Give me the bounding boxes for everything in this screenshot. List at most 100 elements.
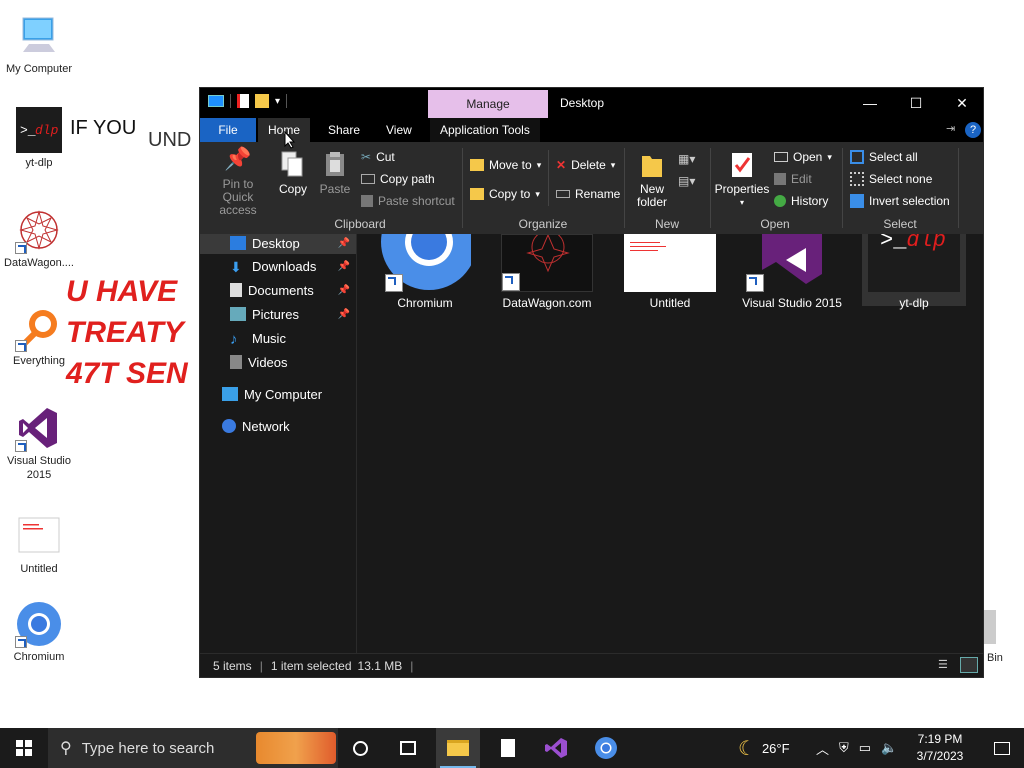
group-label-open: Open [760,217,790,231]
divider [842,148,843,228]
search-icon: ⚲ [60,740,72,757]
invert-selection-button[interactable]: Invert selection [850,194,950,208]
taskbar-notepad[interactable] [486,728,530,768]
easy-access-icon[interactable]: ▤▾ [678,174,695,188]
desktop-icon-untitled[interactable]: Untitled [0,512,78,576]
close-button[interactable]: ✕ [939,88,985,118]
copy-button[interactable]: Copy [274,150,312,196]
copy-path-button[interactable]: Copy path [361,172,435,186]
tab-application-tools[interactable]: Application Tools [430,118,540,142]
file-item-visual-studio[interactable]: Visual Studio 2015 [740,234,844,310]
properties-button[interactable]: Properties ▾ [714,150,770,209]
scissors-icon: ✂ [361,150,372,164]
open-button[interactable]: Open ▾ [774,150,832,164]
datawagon-icon [501,234,593,292]
cortana-button[interactable] [340,728,380,768]
mouse-cursor-icon [284,131,296,149]
new-item-icon[interactable]: ▦▾ [678,152,695,166]
nav-item-videos[interactable]: Videos [200,351,356,373]
task-view-button[interactable] [388,728,428,768]
properties-icon[interactable] [237,94,249,108]
new-folder-button[interactable]: New folder [630,150,674,209]
cut-button[interactable]: ✂ Cut [361,150,395,164]
desktop-icon-datawagon[interactable]: DataWagon.... [0,206,78,270]
maximize-button[interactable]: ☐ [893,88,939,118]
file-item-chromium[interactable]: Chromium [373,234,477,310]
recycle-bin-icon[interactable] [982,610,996,644]
shortcut-arrow-icon [15,340,27,352]
explorer-icon [208,95,224,107]
help-icon[interactable]: ? [965,122,981,138]
edit-pencil-icon [774,173,786,185]
chevron-up-icon[interactable]: ︿ [816,739,829,758]
taskbar-chromium[interactable] [584,728,628,768]
file-item-untitled[interactable]: Untitled [618,234,722,310]
move-to-button[interactable]: Move to ▾ [470,158,541,172]
file-item-yt-dlp[interactable]: >_dlp yt-dlp [862,234,966,310]
copy-to-button[interactable]: Copy to ▾ [470,187,540,201]
desktop-icon-yt-dlp[interactable]: >_ dlp yt-dlp [0,106,78,170]
nav-item-documents[interactable]: Documents 📌 [200,279,356,301]
delete-button[interactable]: ✕ Delete ▾ [556,158,615,172]
nav-item-network[interactable]: Network [200,415,356,437]
windows-logo-icon [16,740,32,756]
start-button[interactable] [0,728,48,768]
divider: | [410,658,414,673]
select-all-icon [850,150,864,164]
nav-item-my-computer[interactable]: My Computer [200,383,356,405]
navigation-pane: Desktop 📌 ⬇ Downloads 📌 Documents 📌 Pictures… [200,234,357,655]
rename-icon [556,190,570,198]
security-icon[interactable]: ⛨ [839,740,849,756]
open-icon [774,152,788,162]
taskbar-visual-studio[interactable] [534,728,578,768]
yt-dlp-icon: >_dlp [15,106,63,154]
minimize-button[interactable]: — [847,88,893,118]
svg-text:>_: >_ [20,123,36,138]
file-item-datawagon[interactable]: DataWagon.com [495,234,599,310]
taskbar-file-explorer[interactable] [436,728,480,768]
network-icon[interactable]: ▭ [859,740,871,756]
file-list: Chromium DataWagon.com Untitled Visual S… [358,234,983,655]
weather-widget[interactable]: ☾ 26°F [738,728,790,768]
divider [462,148,463,228]
rename-button[interactable]: Rename [556,187,620,201]
new-folder-icon[interactable] [255,94,269,108]
volume-icon[interactable]: 🔈 [881,740,897,756]
edit-button[interactable]: Edit [774,172,812,186]
history-button[interactable]: History [774,194,828,208]
svg-text:dlp: dlp [35,123,59,138]
task-view-icon [400,741,416,755]
large-icons-view-icon[interactable] [960,657,978,673]
tab-share[interactable]: Share [318,118,370,142]
paste-shortcut-button[interactable]: Paste shortcut [361,194,455,208]
details-view-icon[interactable]: ☰ [938,658,954,672]
tab-file[interactable]: File [200,118,256,142]
title-bar[interactable]: ▾ Manage Desktop — ☐ ✕ [200,88,983,118]
pin-quick-access-button[interactable]: 📌 Pin to Quick access [206,148,270,217]
nav-item-pictures[interactable]: Pictures 📌 [200,303,356,325]
divider [548,150,549,206]
taskbar-search[interactable]: ⚲ Type here to search [48,728,338,768]
computer-icon [15,12,63,60]
nav-item-music[interactable]: ♪ Music [200,327,356,349]
shortcut-arrow-icon [746,274,764,292]
search-highlight-icon [256,732,336,764]
notifications-button[interactable] [980,728,1024,768]
chevron-down-icon: ▾ [739,198,744,207]
paste-button[interactable]: Paste [316,150,354,196]
nav-item-downloads[interactable]: ⬇ Downloads 📌 [200,255,356,277]
select-all-button[interactable]: Select all [850,150,918,164]
pin-ribbon-icon[interactable]: ⇥ [946,122,955,135]
wallpaper-text: UND [148,129,192,151]
status-item-count: 5 items [213,658,252,673]
nav-item-desktop[interactable]: Desktop 📌 [200,234,356,254]
select-none-button[interactable]: Select none [850,172,932,186]
clock[interactable]: 7:19 PM 3/7/2023 [905,731,975,765]
desktop-icon-chromium[interactable]: Chromium [0,600,78,664]
chevron-down-icon: ▾ [827,151,832,162]
customize-chevron-icon[interactable]: ▾ [275,96,280,107]
desktop-icon-my-computer[interactable]: My Computer [0,12,78,76]
tab-view[interactable]: View [376,118,422,142]
desktop-icon-visual-studio[interactable]: Visual Studio 2015 [0,404,78,482]
manage-tab[interactable]: Manage [428,90,548,118]
